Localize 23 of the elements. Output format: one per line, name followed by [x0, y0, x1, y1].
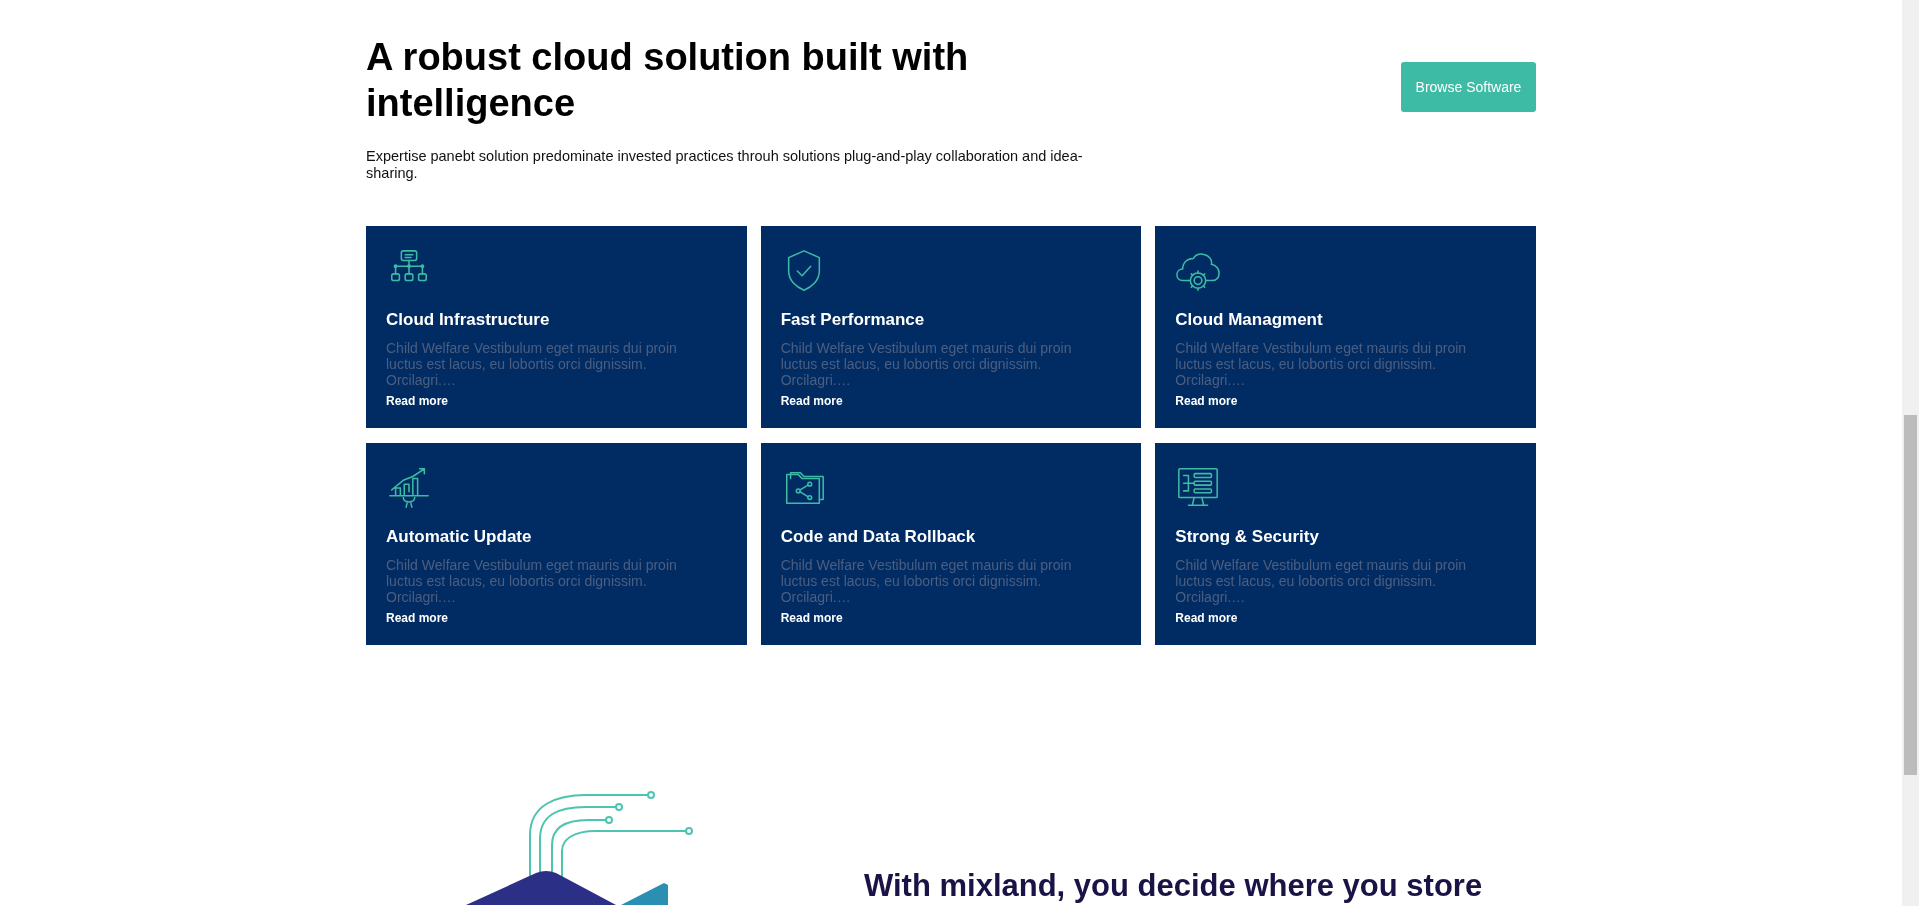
- card-title: Automatic Update: [386, 527, 533, 547]
- card-title: Cloud Managment: [1175, 310, 1324, 330]
- card-description: Child Welfare Vestibulum eget mauris dui proin luctus est lacus, eu lobortis orci dignissim. Orcilagri.…: [1175, 557, 1468, 605]
- card-description: Child Welfare Vestibulum eget mauris dui proin luctus est lacus, eu lobortis orci dignissim. Orcilagri.…: [780, 340, 1073, 388]
- read-more-link[interactable]: Read more: [780, 394, 843, 408]
- read-more-link[interactable]: Read more: [780, 611, 843, 625]
- card-description: Child Welfare Vestibulum eget mauris dui proin luctus est lacus, eu lobortis orci dignissim. Orcilagri.…: [386, 340, 678, 388]
- card-title: Code and Data Rollback: [780, 527, 977, 547]
- read-more-link[interactable]: Read more: [1175, 394, 1238, 408]
- read-more-link[interactable]: Read more: [386, 611, 449, 625]
- card-description: Child Welfare Vestibulum eget mauris dui proin luctus est lacus, eu lobortis orci dignissim. Orcilagri.…: [386, 557, 678, 605]
- card-title: Cloud Infrastructure: [386, 310, 551, 330]
- card-description: Child Welfare Vestibulum eget mauris dui proin luctus est lacus, eu lobortis orci dignissim. Orcilagri.…: [780, 557, 1073, 605]
- storage-heading: With mixland, you decide where you store: [864, 869, 1483, 905]
- card-title: Fast Performance: [780, 310, 926, 330]
- intro-paragraph: Expertise panebt solution predominate invested practices throuh solutions plug-and-play collaboration and idea-sharing.: [366, 148, 1084, 182]
- section-heading: A robust cloud solution built with intelligence: [366, 35, 970, 126]
- card-title: Strong & Security: [1175, 527, 1320, 547]
- scrollbar-drawing[interactable]: [1902, 0, 1919, 906]
- read-more-link[interactable]: Read more: [386, 394, 449, 408]
- card-description: Child Welfare Vestibulum eget mauris dui proin luctus est lacus, eu lobortis orci dignissim. Orcilagri.…: [1175, 340, 1468, 388]
- bar-chart-icon: [386, 465, 432, 511]
- read-more-link[interactable]: Read more: [1175, 611, 1238, 625]
